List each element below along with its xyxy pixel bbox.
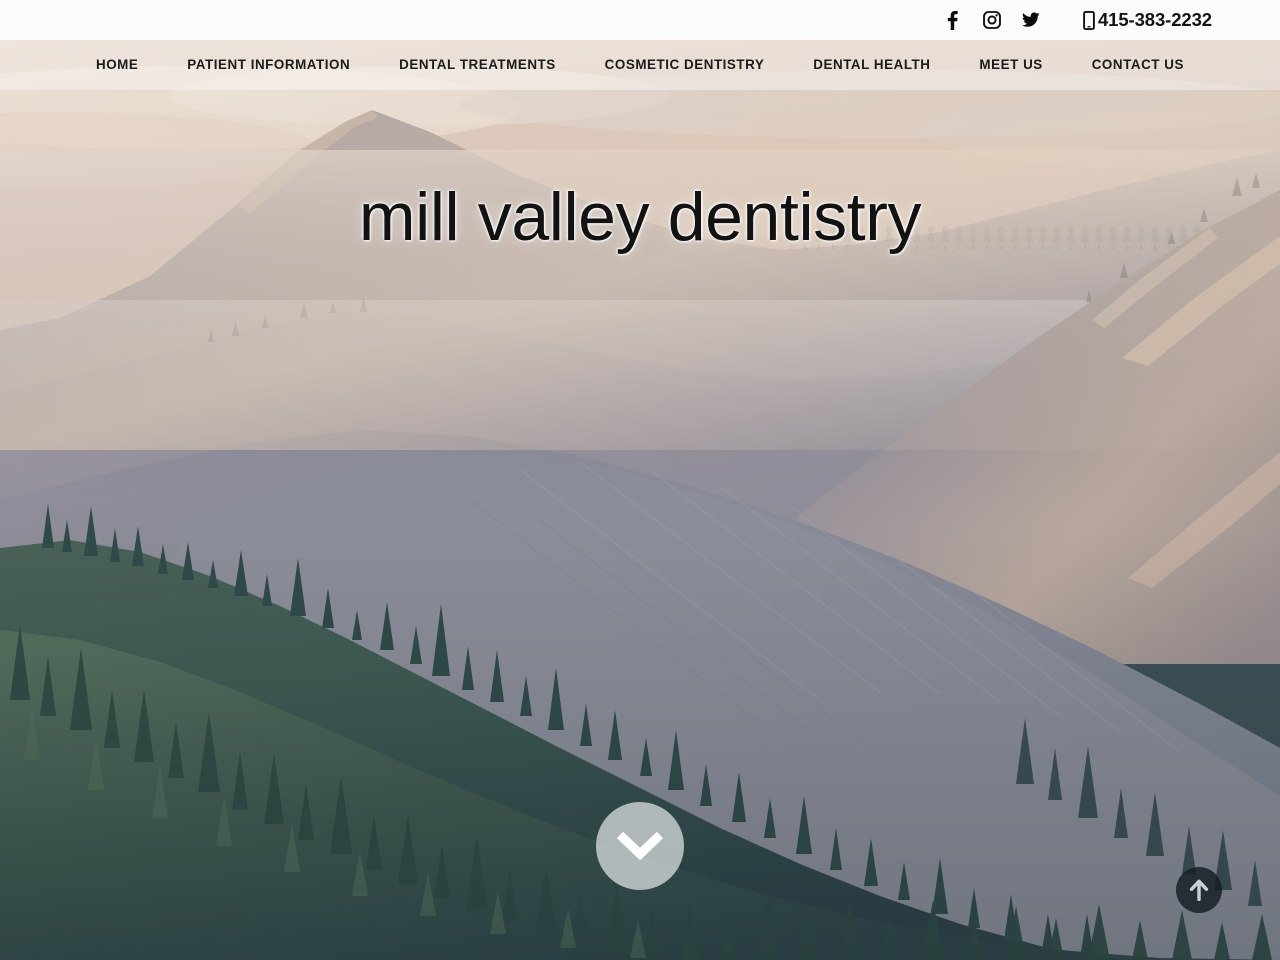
nav-item-home[interactable]: HOME (96, 58, 138, 72)
main-navigation: HOME PATIENT INFORMATION DENTAL TREATMEN… (0, 40, 1280, 90)
back-to-top-button[interactable] (1176, 867, 1222, 913)
nav-item-patient-information[interactable]: PATIENT INFORMATION (187, 58, 350, 72)
phone-number: 415-383-2232 (1097, 8, 1212, 30)
page-root: 415-383-2232 HOME PATIENT INFORMATION DE… (0, 0, 1280, 960)
nav-item-dental-treatments[interactable]: DENTAL TREATMENTS (399, 58, 556, 72)
nav-item-cosmetic-dentistry[interactable]: COSMETIC DENTISTRY (605, 58, 765, 72)
nav-list: HOME PATIENT INFORMATION DENTAL TREATMEN… (0, 40, 1280, 90)
scroll-down-button[interactable] (596, 802, 684, 890)
nav-item-dental-health[interactable]: DENTAL HEALTH (813, 58, 930, 72)
nav-item-meet-us[interactable]: MEET US (979, 58, 1042, 72)
facebook-icon[interactable] (944, 10, 962, 30)
twitter-icon[interactable] (1021, 11, 1040, 30)
chevron-down-icon (617, 831, 663, 861)
mobile-phone-icon (1083, 10, 1095, 30)
instagram-icon[interactable] (983, 11, 1001, 30)
top-utility-bar: 415-383-2232 (0, 0, 1280, 40)
phone-link[interactable]: 415-383-2232 (1083, 8, 1212, 30)
arrow-up-icon (1189, 879, 1209, 901)
social-links (944, 10, 1040, 30)
nav-item-contact-us[interactable]: CONTACT US (1092, 58, 1184, 72)
